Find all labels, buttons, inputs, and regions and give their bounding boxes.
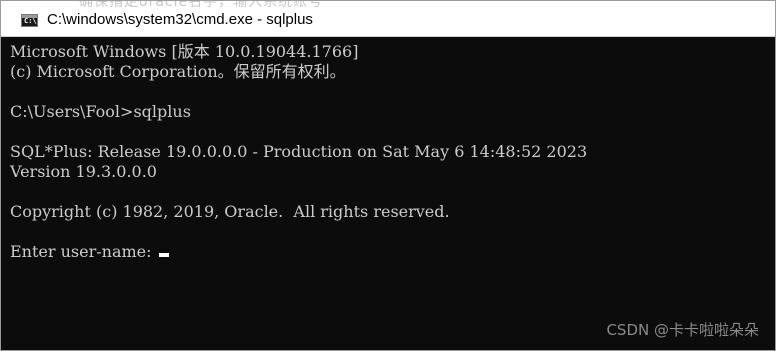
window-title: C:\windows\system32\cmd.exe - sqlplus — [47, 11, 313, 28]
prompt-text: Enter user-name: — [10, 242, 157, 261]
console-line: Copyright (c) 1982, 2019, Oracle. All ri… — [10, 202, 450, 221]
console-line: C:\Users\Fool>sqlplus — [10, 102, 191, 121]
console-line: SQL*Plus: Release 19.0.0.0.0 - Productio… — [10, 142, 588, 161]
console-line: Version 19.3.0.0.0 — [10, 162, 157, 181]
prompt-line[interactable]: Enter user-name: — [10, 242, 169, 262]
console-line: Microsoft Windows [版本 10.0.19044.1766] — [10, 42, 359, 61]
text-cursor — [158, 253, 169, 257]
title-bar[interactable]: 确保指定oracle名字，输入系统账号 C:\ C:\windows\syste… — [1, 1, 775, 37]
background-text: 确保指定oracle名字，输入系统账号 — [79, 0, 324, 10]
cmd-window: 确保指定oracle名字，输入系统账号 C:\ C:\windows\syste… — [0, 0, 776, 351]
csdn-watermark: CSDN @卡卡啦啦朵朵 — [606, 321, 759, 339]
cmd-icon-label: C:\ — [24, 17, 37, 25]
cmd-icon[interactable]: C:\ — [21, 14, 38, 27]
console-output[interactable]: Microsoft Windows [版本 10.0.19044.1766] (… — [1, 37, 775, 350]
console-line: (c) Microsoft Corporation。保留所有权利。 — [10, 62, 346, 81]
